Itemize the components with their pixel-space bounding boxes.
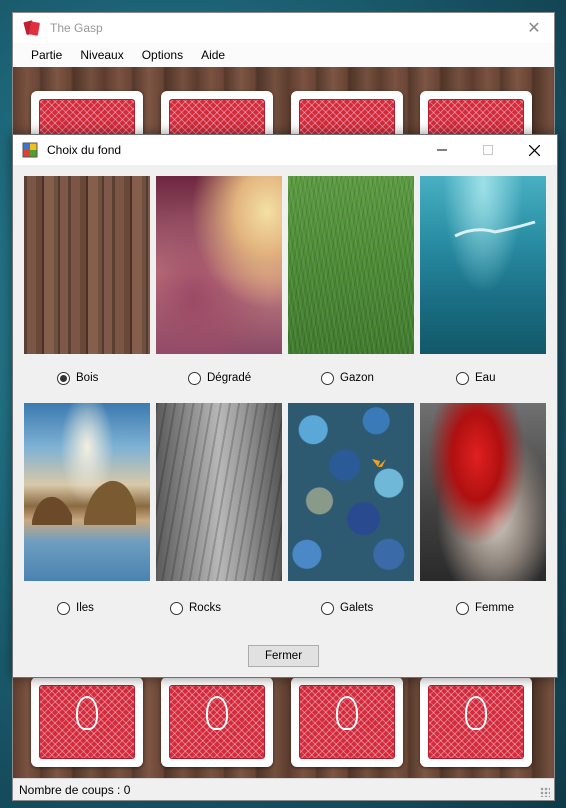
background-choice-dialog: Choix du fond Bois Dégradé Gazon Eau Ile… (12, 134, 558, 678)
main-titlebar[interactable]: The Gasp ✕ (13, 13, 554, 43)
card-back (299, 685, 395, 759)
menu-aide[interactable]: Aide (192, 43, 234, 67)
dialog-titlebar[interactable]: Choix du fond (13, 135, 557, 165)
radio-rocks[interactable]: Rocks (170, 600, 221, 616)
radio-indicator (321, 371, 334, 385)
close-icon[interactable] (511, 135, 557, 165)
radio-indicator (188, 371, 201, 385)
close-button[interactable]: Fermer (248, 645, 319, 667)
radio-indicator (57, 371, 70, 385)
thumbnail-galets[interactable] (288, 403, 414, 581)
menubar: Partie Niveaux Options Aide (13, 43, 554, 67)
radio-gazon[interactable]: Gazon (321, 370, 374, 386)
card-back (169, 685, 265, 759)
card[interactable] (291, 677, 403, 767)
card-emblem-icon (336, 696, 358, 730)
card[interactable] (31, 677, 143, 767)
radio-iles[interactable]: Iles (57, 600, 94, 616)
radio-indicator (170, 601, 183, 615)
radio-eau[interactable]: Eau (456, 370, 495, 386)
thumbnail-degrade[interactable] (156, 176, 282, 354)
radio-label: Dégradé (207, 372, 252, 384)
radio-label: Femme (475, 602, 514, 614)
resize-grip-icon[interactable] (540, 787, 550, 797)
thumbnail-gazon[interactable] (288, 176, 414, 354)
menu-niveaux[interactable]: Niveaux (71, 43, 132, 67)
move-counter: Nombre de coups : 0 (19, 782, 131, 797)
card-emblem-icon (206, 696, 228, 730)
radio-degrade[interactable]: Dégradé (188, 370, 251, 386)
thumbnail-eau[interactable] (420, 176, 546, 354)
radio-indicator (456, 601, 469, 615)
swimmer-figure (454, 220, 536, 238)
radio-indicator (321, 601, 334, 615)
radio-galets[interactable]: Galets (321, 600, 373, 616)
card-back (39, 685, 135, 759)
radio-label: Gazon (340, 372, 374, 384)
thumbnail-femme[interactable] (420, 403, 546, 581)
thumbnail-bois[interactable] (24, 176, 150, 354)
minimize-icon[interactable] (419, 135, 465, 165)
card-emblem-icon (76, 696, 98, 730)
main-close-icon[interactable]: ✕ (520, 17, 548, 39)
card[interactable] (161, 677, 273, 767)
menu-options[interactable]: Options (133, 43, 192, 67)
radio-bois[interactable]: Bois (57, 370, 98, 386)
thumbnail-rocks[interactable] (156, 403, 282, 581)
statusbar: Nombre de coups : 0 (13, 778, 554, 800)
butterfly-figure (372, 459, 386, 467)
window-form-icon (22, 142, 38, 158)
radio-femme[interactable]: Femme (456, 600, 514, 616)
radio-label: Galets (340, 602, 374, 614)
menu-partie[interactable]: Partie (22, 43, 71, 67)
maximize-icon (465, 135, 511, 165)
app-card-icon (23, 20, 40, 36)
thumbnail-iles[interactable] (24, 403, 150, 581)
islands-figure (32, 480, 136, 525)
dialog-title: Choix du fond (47, 143, 122, 157)
radio-label: Rocks (189, 602, 221, 614)
radio-indicator (456, 371, 469, 385)
radio-label: Bois (76, 372, 99, 384)
card-back (428, 685, 524, 759)
radio-indicator (57, 601, 70, 615)
card-emblem-icon (465, 696, 487, 730)
radio-label: Iles (76, 602, 94, 614)
radio-label: Eau (475, 372, 496, 384)
main-window-title: The Gasp (50, 21, 103, 35)
card[interactable] (420, 677, 532, 767)
